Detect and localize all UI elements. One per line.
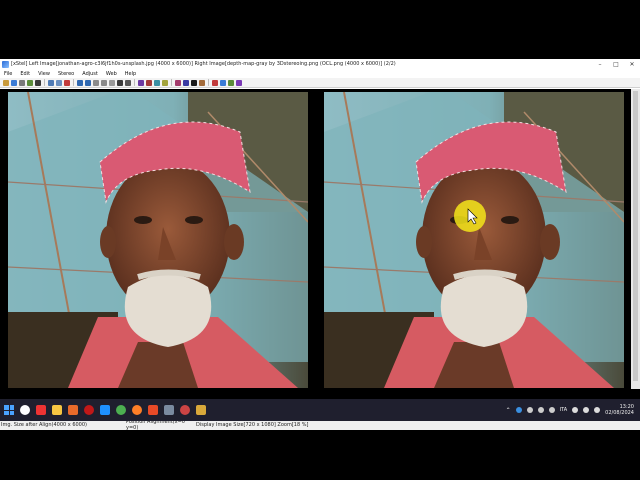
image-icon[interactable]	[27, 79, 33, 86]
menu-view[interactable]: View	[34, 71, 54, 77]
close-button[interactable]: ✕	[624, 59, 640, 69]
toolbar-divider	[44, 79, 45, 86]
menu-edit[interactable]: Edit	[16, 71, 34, 77]
print-icon[interactable]	[19, 79, 25, 86]
menu-adjust[interactable]: Adjust	[78, 71, 102, 77]
app-icon-2[interactable]	[180, 405, 190, 415]
brave-icon[interactable]	[148, 405, 158, 415]
toolbar-divider	[134, 79, 135, 86]
color-blue-icon[interactable]	[183, 79, 189, 86]
taskbar: ⌃ ITA 13:20 02/08/2024	[0, 399, 640, 421]
start-icon[interactable]	[4, 405, 14, 415]
firefox-icon[interactable]	[132, 405, 142, 415]
status-image-size: Img. Size after Align(4000 x 6000)	[1, 422, 87, 428]
volume-icon[interactable]	[583, 407, 590, 413]
wifi-icon[interactable]	[572, 407, 579, 413]
save-icon[interactable]	[11, 79, 17, 86]
window-title: [xStel] Left Image[jonathan-agro-c3l6jf1…	[11, 61, 396, 67]
color-orange-icon[interactable]	[199, 79, 205, 86]
language-indicator[interactable]: ITA	[560, 407, 568, 413]
menu-stereo[interactable]: Stereo	[54, 71, 78, 77]
minimize-button[interactable]: –	[592, 59, 608, 69]
microphone-icon[interactable]	[548, 407, 555, 413]
app-icon-3[interactable]	[196, 405, 206, 415]
stereo-app-icon[interactable]	[164, 405, 174, 415]
toolbar-divider	[171, 79, 172, 86]
anaglyph-icon[interactable]	[146, 79, 152, 86]
file-explorer-icon[interactable]	[52, 405, 62, 415]
clock-date: 02/08/2024	[605, 410, 634, 416]
play-icon[interactable]	[220, 79, 226, 86]
stereo-mode-icon[interactable]	[138, 79, 144, 86]
maximize-button[interactable]: □	[608, 59, 624, 69]
menu-web[interactable]: Web	[102, 71, 121, 77]
side-by-side-icon[interactable]	[154, 79, 160, 86]
tray-app-icon-3[interactable]	[537, 407, 544, 413]
stereo-view-area[interactable]: Img. Size after Align(4000 x 6000) Posit…	[0, 89, 640, 431]
battery-icon[interactable]	[594, 407, 601, 413]
zoom-in-icon[interactable]	[93, 79, 99, 86]
vertical-scrollbar[interactable]	[631, 89, 640, 389]
right-image	[324, 92, 624, 388]
app-icon	[2, 60, 9, 68]
tray-app-icon-2[interactable]	[526, 407, 533, 413]
app-icon-1[interactable]	[68, 405, 78, 415]
help-icon[interactable]	[236, 79, 242, 86]
stop-icon[interactable]	[64, 79, 70, 86]
menu-bar: File Edit View Stereo Adjust Web Help	[0, 69, 640, 78]
undo-icon[interactable]	[77, 79, 83, 86]
grid-icon[interactable]	[117, 79, 123, 86]
left-image-pane[interactable]	[8, 92, 308, 388]
menu-file[interactable]: File	[0, 71, 16, 77]
paste-icon[interactable]	[56, 79, 62, 86]
color-red-icon[interactable]	[175, 79, 181, 86]
fit-icon[interactable]	[109, 79, 115, 86]
view-icon[interactable]	[125, 79, 131, 86]
redo-icon[interactable]	[85, 79, 91, 86]
copy-icon[interactable]	[48, 79, 54, 86]
search-icon[interactable]	[20, 405, 30, 415]
settings-icon[interactable]	[228, 79, 234, 86]
crop-icon[interactable]	[35, 79, 41, 86]
tray-app-icon-1[interactable]	[515, 407, 522, 413]
color-black-icon[interactable]	[191, 79, 197, 86]
opera-gx-icon[interactable]	[84, 405, 94, 415]
toolbar-divider	[73, 79, 74, 86]
right-image-pane[interactable]	[324, 92, 624, 388]
scrollbar-thumb[interactable]	[633, 91, 638, 381]
edge-icon[interactable]	[100, 405, 110, 415]
toolbar-divider	[208, 79, 209, 86]
chevron-up-icon[interactable]: ⌃	[506, 407, 511, 414]
left-image	[8, 92, 308, 388]
zoom-out-icon[interactable]	[101, 79, 107, 86]
menu-help[interactable]: Help	[121, 71, 140, 77]
status-display-size: Display Image Size[720 x 1080] Zoom[18 %…	[196, 422, 309, 428]
title-bar: [xStel] Left Image[jonathan-agro-c3l6jf1…	[0, 59, 640, 69]
clock[interactable]: 13:20 02/08/2024	[605, 404, 634, 416]
open-folder-icon[interactable]	[3, 79, 9, 86]
cursor-highlight	[454, 200, 486, 232]
toolbar	[0, 78, 640, 88]
interlace-icon[interactable]	[162, 79, 168, 86]
opera-icon[interactable]	[36, 405, 46, 415]
chrome-icon[interactable]	[116, 405, 126, 415]
record-icon[interactable]	[212, 79, 218, 86]
app-window: [xStel] Left Image[jonathan-agro-c3l6jf1…	[0, 59, 640, 431]
